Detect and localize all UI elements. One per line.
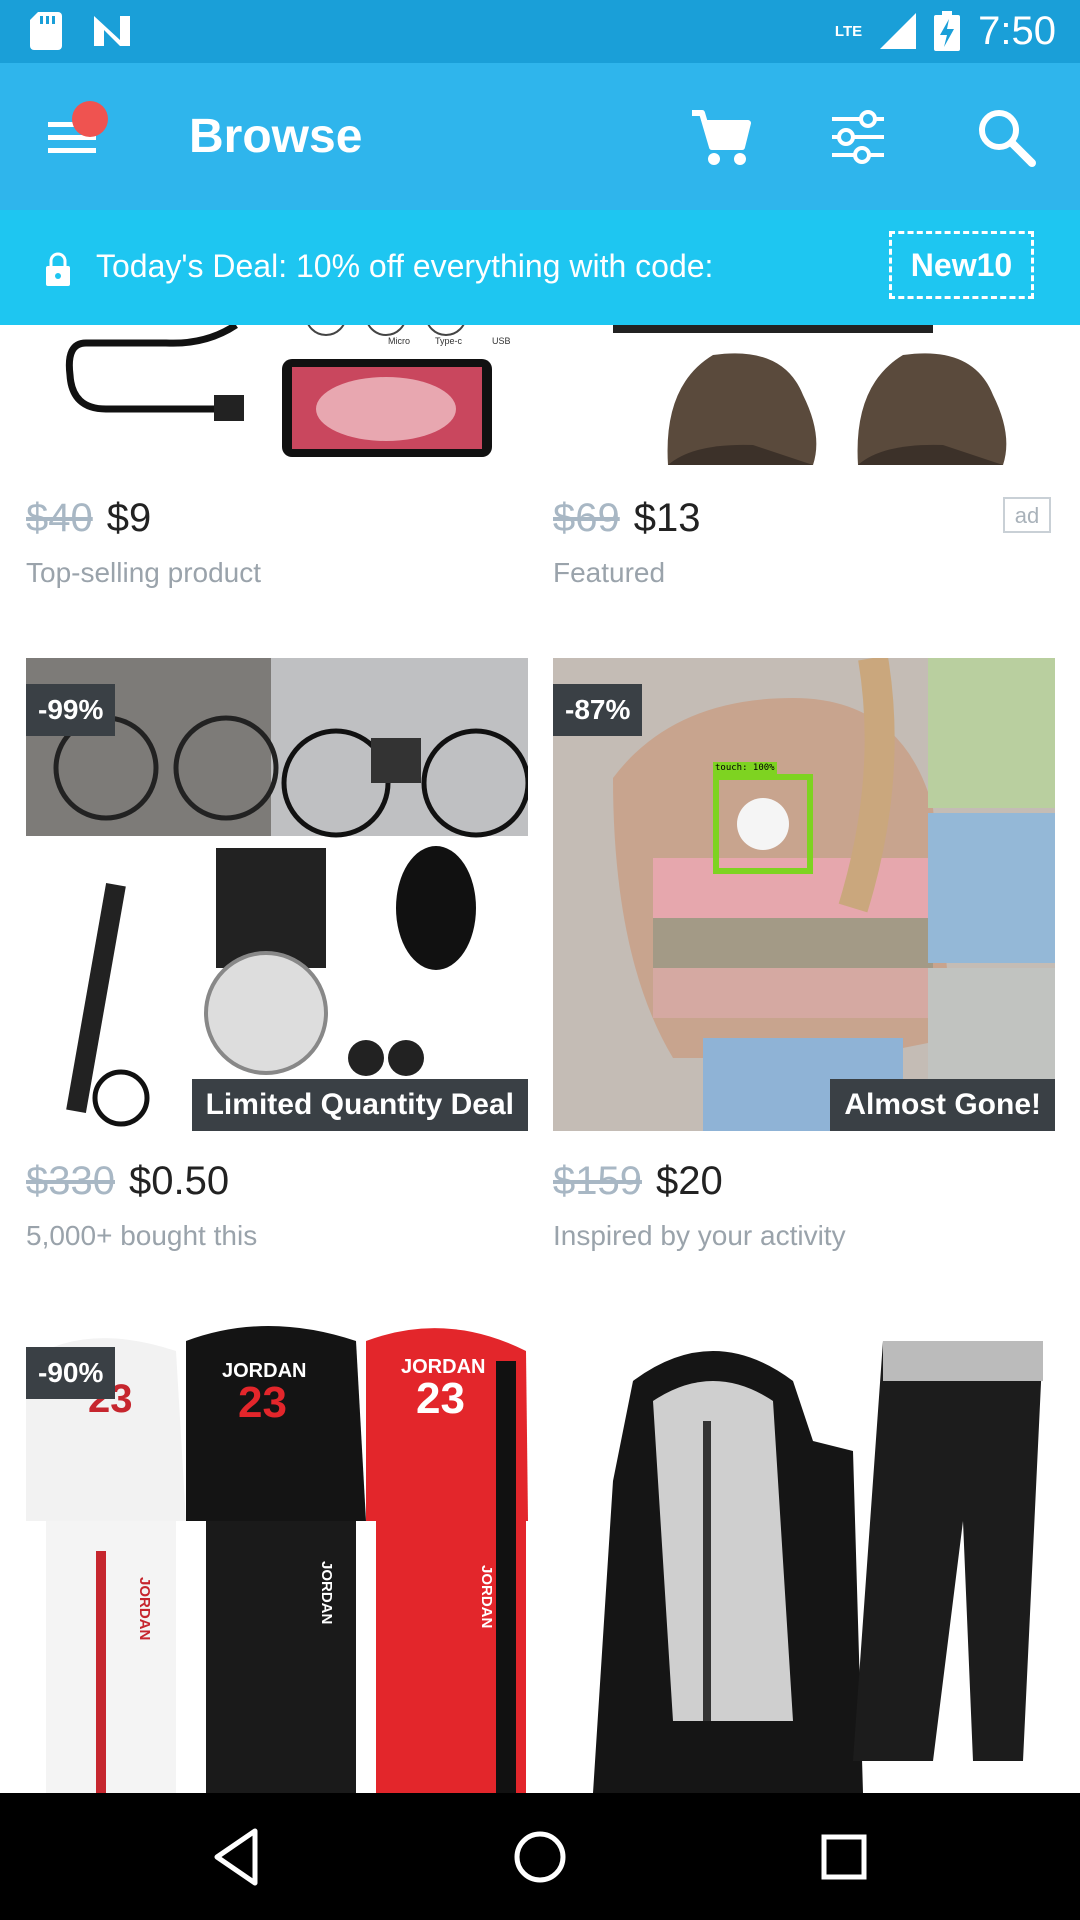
product-card-3[interactable]: -99% Limited Quantity Deal $330 $0.50 5,0… (26, 658, 528, 1258)
product-subtitle: Top-selling product (26, 557, 262, 588)
product-card-1[interactable]: Micro Type-c USB $40 $9 Top-selling produ… (26, 325, 528, 615)
recents-icon[interactable] (812, 1825, 876, 1889)
deal-banner: Today's Deal: 10% off everything with co… (0, 210, 1080, 325)
back-icon[interactable] (205, 1825, 269, 1889)
discount-badge: -99% (26, 684, 116, 736)
price-row: $330 $0.50 (26, 1156, 229, 1215)
deal-text: Today's Deal: 10% off everything with co… (96, 248, 714, 284)
lock-icon (46, 252, 70, 286)
image-caption-type-c: Type-c (435, 336, 463, 346)
battery-charging-icon (934, 11, 961, 51)
notification-dot (72, 101, 108, 137)
price-row: $69 $13 (553, 493, 701, 552)
sale-price: $9 (106, 496, 152, 540)
original-price: $159 (553, 1159, 642, 1203)
signal-icon (880, 13, 917, 49)
product-card-5[interactable]: 23 JORDAN 23 JORDAN 23 JORDAN JORDAN JOR… (26, 1321, 528, 1793)
product-subtitle: Featured (553, 557, 666, 588)
product-subtitle: Inspired by your activity (553, 1220, 846, 1251)
pants-brand-white: JORDAN (136, 1577, 153, 1641)
sale-price: $20 (655, 1159, 723, 1203)
touch-indicator-label: touch: 100% (713, 762, 777, 774)
touch-indicator-box (713, 774, 813, 874)
cart-icon[interactable] (686, 103, 754, 171)
pants-brand-black: JORDAN (318, 1561, 335, 1625)
jersey-number-red: 23 (416, 1374, 465, 1423)
product-card-2[interactable]: $69 $13 ad Featured (553, 325, 1055, 615)
original-price: $69 (553, 496, 620, 540)
clock: 7:50 (978, 9, 1056, 53)
price-row: $40 $9 (26, 493, 151, 552)
sale-price: $0.50 (128, 1159, 230, 1203)
original-price: $40 (26, 496, 93, 540)
promo-tag: Limited Quantity Deal (191, 1079, 528, 1131)
original-price: $330 (26, 1159, 115, 1203)
touch-point (737, 798, 789, 850)
sd-card-icon (30, 12, 62, 50)
product-image-caps (553, 325, 1055, 485)
jersey-number-black: 23 (238, 1378, 287, 1427)
home-icon[interactable] (508, 1825, 572, 1889)
product-card-4[interactable]: touch: 100% -87% Almost Gone! $159 $20 In… (553, 658, 1055, 1258)
discount-badge: -90% (26, 1347, 116, 1399)
pants-brand-red: JORDAN (478, 1565, 495, 1629)
sale-price: $13 (633, 496, 701, 540)
ad-label: ad (1003, 497, 1051, 533)
status-bar: LTE 7:50 (0, 0, 1080, 63)
promo-tag: Almost Gone! (830, 1079, 1055, 1131)
discount-badge: -87% (553, 684, 643, 736)
product-subtitle: 5,000+ bought this (26, 1220, 258, 1251)
filter-icon[interactable] (824, 103, 892, 171)
product-image-endoscope (26, 325, 528, 485)
search-icon[interactable] (972, 103, 1040, 171)
image-caption-micro: Micro (388, 336, 410, 346)
network-type: LTE (834, 22, 863, 40)
promo-code-button[interactable]: New10 (889, 231, 1034, 299)
product-card-6[interactable] (553, 1321, 1055, 1793)
price-row: $159 $20 (553, 1156, 723, 1215)
n-logo-icon (94, 16, 130, 46)
system-nav-bar (0, 1793, 1080, 1920)
product-image-fleece-tracksuit (553, 1321, 1055, 1793)
image-caption-usb: USB (492, 336, 511, 346)
app-bar: Browse (0, 63, 1080, 210)
page-title: Browse (189, 110, 363, 163)
